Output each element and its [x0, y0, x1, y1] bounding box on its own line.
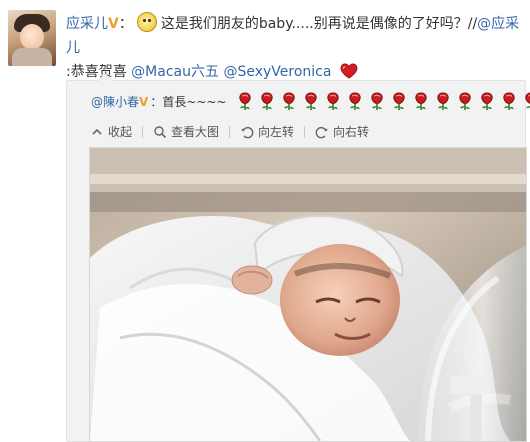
collapse-button[interactable]: 收起 [90, 121, 132, 142]
rose-icon [434, 91, 452, 111]
repost-text: ：首長~~~~ [150, 95, 227, 109]
photo-illustration [90, 148, 526, 441]
view-large-label: 查看大图 [171, 125, 220, 139]
repost-author-link[interactable]: @陳小春 [91, 95, 139, 109]
rotate-right-icon [315, 125, 329, 139]
rose-icon [500, 91, 518, 111]
avatar-body [12, 48, 52, 66]
rose-icon [324, 91, 342, 111]
post-author-link[interactable]: 应采儿 [66, 16, 108, 32]
rose-icon [412, 91, 430, 111]
magnify-icon [153, 125, 167, 139]
mention-link[interactable]: @Macau六五 [131, 64, 219, 80]
newborn-baby-photo[interactable] [89, 147, 527, 442]
verified-badge-icon: V [108, 16, 119, 32]
smile-icon [136, 12, 157, 32]
rotate-left-icon [240, 125, 254, 139]
rose-icon [236, 91, 254, 111]
toolbar-separator [229, 125, 231, 138]
rose-icon [302, 91, 320, 111]
rotate-right-button[interactable]: 向右转 [315, 121, 369, 142]
image-toolbar: 收起 查看大图 向左转 向右转 [90, 121, 369, 142]
rose-icon [390, 91, 408, 111]
toolbar-separator [142, 125, 144, 138]
rose-icon [280, 91, 298, 111]
rose-icon [258, 91, 276, 111]
rose-icon [478, 91, 496, 111]
heart-icon [340, 63, 358, 79]
toolbar-separator [304, 125, 306, 138]
rotate-right-label: 向右转 [333, 125, 370, 139]
rotate-left-label: 向左转 [258, 125, 295, 139]
post-content: 应采儿V： 这是我们朋友的baby.....别再说是偶像的了好吗？//@应采儿 :… [66, 12, 522, 84]
collapse-icon [90, 125, 104, 139]
rose-emoji-row [236, 91, 530, 116]
repost-header: @陳小春V ：首長~~~~ [91, 91, 530, 116]
rose-icon [456, 91, 474, 111]
repost-arrow [97, 73, 113, 81]
post-text: 这是我们朋友的baby.....别再说是偶像的了好吗？// [160, 16, 478, 32]
collapse-label: 收起 [108, 125, 133, 139]
mention-link[interactable]: @SexyVeronica [223, 64, 331, 80]
rose-icon [346, 91, 364, 111]
repost-card: @陳小春V ：首長~~~~ 收起 查看大图 向左转 向右转 [66, 73, 530, 442]
author-avatar[interactable] [8, 10, 56, 66]
rotate-left-button[interactable]: 向左转 [240, 121, 294, 142]
rose-icon [368, 91, 386, 111]
rose-icon [522, 91, 530, 111]
view-large-button[interactable]: 查看大图 [153, 121, 219, 142]
colon: ： [118, 16, 133, 32]
verified-badge-icon: V [139, 95, 149, 109]
avatar-face [20, 24, 44, 50]
